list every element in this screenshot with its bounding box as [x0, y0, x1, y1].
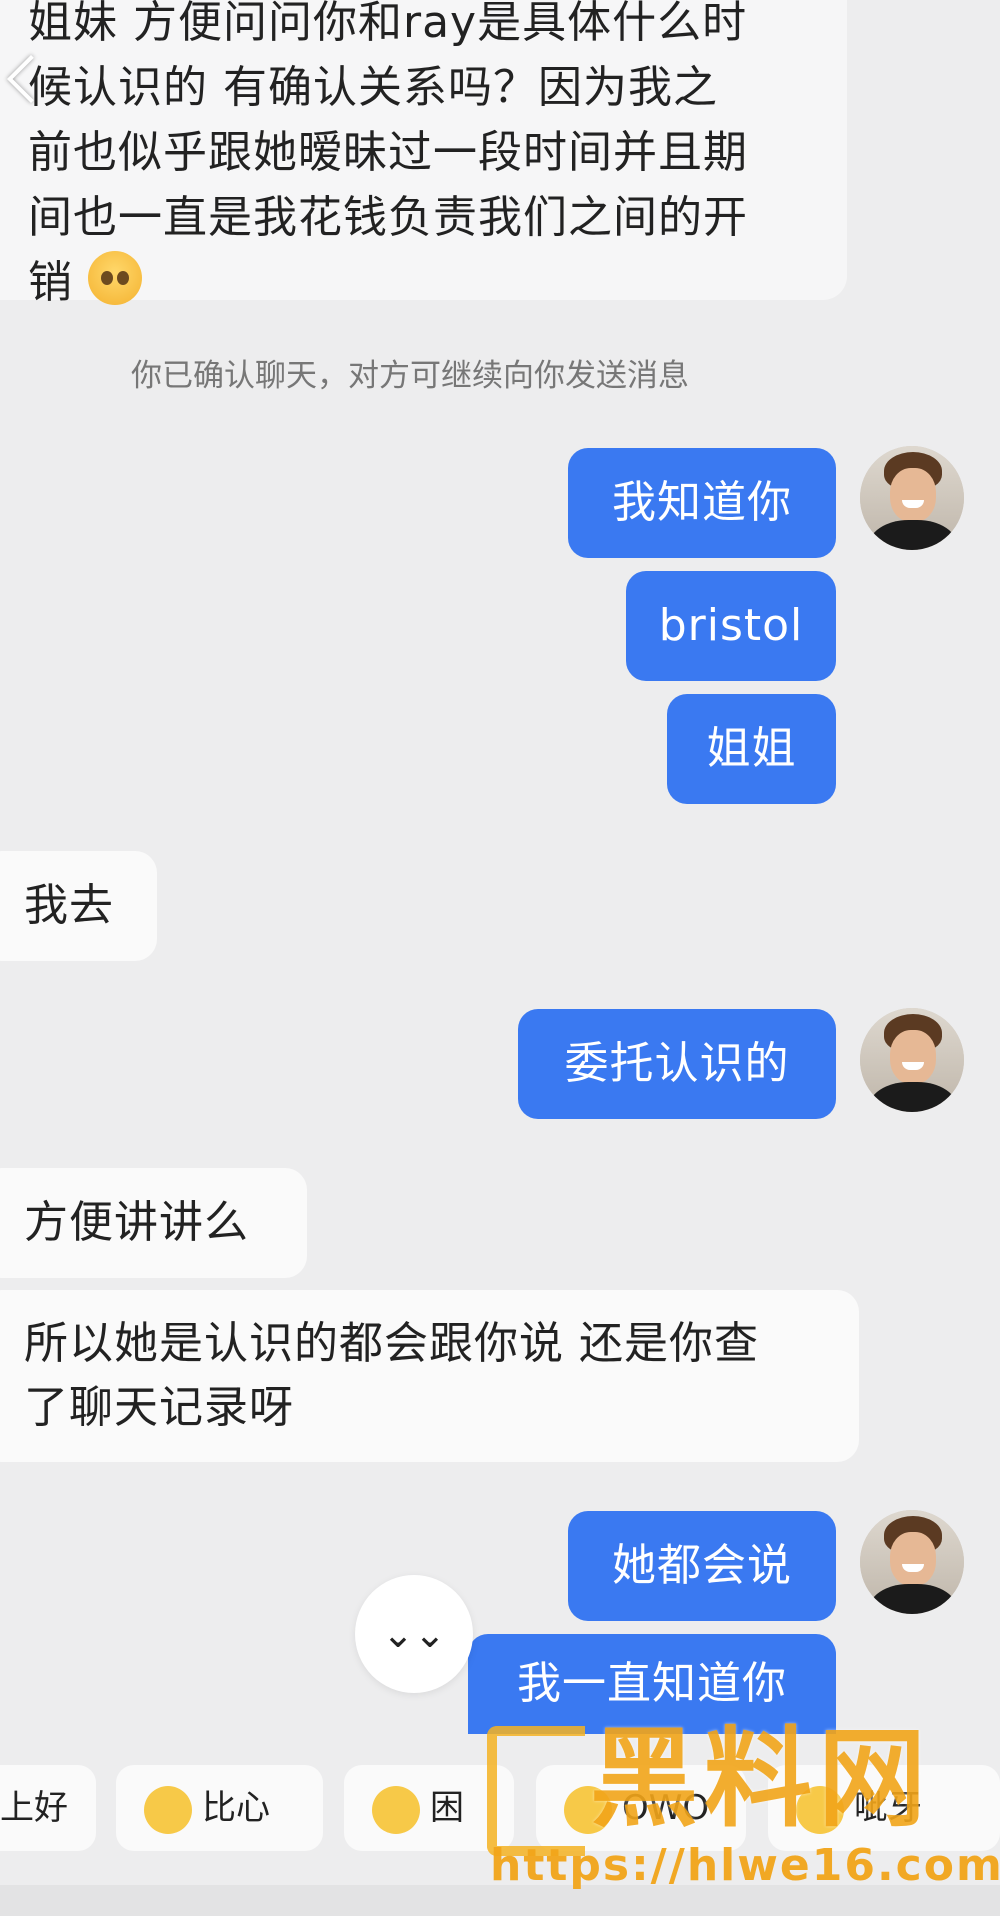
- user-avatar[interactable]: [860, 1008, 964, 1112]
- message-line: 间也一直是我花钱负责我们之间的开: [28, 192, 748, 243]
- system-notice: 你已确认聊天，对方可继续向你发送消息: [131, 358, 689, 394]
- message-line: 候认识的 有确认关系吗？因为我之: [28, 62, 718, 113]
- message-line: 姐妹 方便问问你和ray是具体什么时: [28, 0, 748, 48]
- chip-label: 困: [430, 1788, 464, 1828]
- incoming-message-bubble[interactable]: 方便讲讲么: [0, 1168, 307, 1278]
- scroll-down-icon[interactable]: ⌄⌄: [355, 1575, 473, 1693]
- outgoing-message-bubble[interactable]: 她都会说: [568, 1511, 836, 1621]
- message-line: 销: [28, 250, 828, 315]
- chip-label: 上好: [0, 1788, 68, 1828]
- message-line: 了聊天记录呀: [24, 1382, 294, 1433]
- chip-label: 比心: [202, 1788, 270, 1828]
- sleepy-emoji-icon: [372, 1785, 420, 1834]
- quick-reply-chip[interactable]: 上好: [0, 1765, 96, 1851]
- incoming-message-bubble[interactable]: 所以她是认识的都会跟你说 还是你查 了聊天记录呀: [0, 1290, 859, 1462]
- message-line: 所以她是认识的都会跟你说 还是你查: [24, 1318, 759, 1369]
- outgoing-message-bubble[interactable]: 姐姐: [667, 694, 836, 804]
- user-avatar[interactable]: [860, 446, 964, 550]
- outgoing-message-bubble[interactable]: bristol: [626, 571, 836, 681]
- crying-emoji-icon: [88, 251, 142, 305]
- incoming-message-bubble[interactable]: 我去: [0, 851, 157, 961]
- incoming-message-text-top: 姐妹 方便问问你和ray是具体什么时 候认识的 有确认关系吗？因为我之 前也似乎…: [28, 0, 828, 315]
- heart-emoji-icon: [144, 1785, 192, 1834]
- watermark-url: https://hlwe16.com: [490, 1840, 1000, 1891]
- quick-reply-chip[interactable]: 比心: [116, 1765, 323, 1851]
- watermark-title: 黑料网: [590, 1717, 933, 1842]
- outgoing-message-bubble[interactable]: 我知道你: [568, 448, 836, 558]
- user-avatar[interactable]: [860, 1510, 964, 1614]
- message-line: 前也似乎跟她暧昧过一段时间并且期: [28, 127, 748, 178]
- outgoing-message-bubble[interactable]: 委托认识的: [518, 1009, 836, 1119]
- watermark-logo-icon: [487, 1726, 585, 1856]
